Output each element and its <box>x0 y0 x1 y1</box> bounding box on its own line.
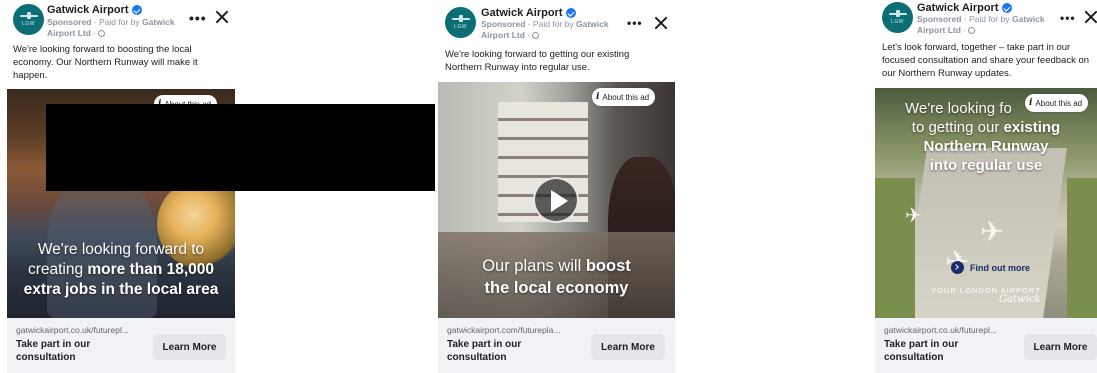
plane-logo-icon <box>451 15 470 22</box>
about-label: About this ad <box>602 92 650 102</box>
close-icon[interactable] <box>215 10 229 24</box>
overlay-line-3-bold: extra jobs in the local area <box>23 281 219 298</box>
page-name-link[interactable]: Gatwick Airport <box>481 7 563 19</box>
info-icon: i <box>596 92 600 102</box>
ad-url: gatwickairport.com/futurepla... <box>447 325 561 335</box>
sponsored-label: Sponsored · Paid for by Gatwick Airport … <box>47 17 175 38</box>
page-avatar[interactable]: LGW <box>13 4 44 35</box>
overlay-line-2-bold: more than 18,000 <box>87 261 215 278</box>
cta-title: Take part in our consultation <box>447 339 522 363</box>
more-options-icon[interactable]: ••• <box>1060 12 1076 24</box>
ad-text: Let's look forward, together – take part… <box>882 42 1090 79</box>
paid-prefix: Paid for by <box>968 14 1010 24</box>
media-overlay-text: Our plans will boost the local economy <box>438 255 675 299</box>
sponsored-label: Sponsored · Paid for by Gatwick Airport … <box>481 19 609 40</box>
ad-footer[interactable]: gatwickairport.co.uk/futurepl... Take pa… <box>875 318 1097 373</box>
learn-more-button[interactable]: Learn More <box>153 334 226 360</box>
page-name-link[interactable]: Gatwick Airport <box>47 4 129 16</box>
overlay-line-2: the local economy <box>438 277 675 299</box>
ad-url: gatwickairport.co.uk/futurepl... <box>16 325 129 335</box>
ad-footer[interactable]: gatwickairport.co.uk/futurepl... Take pa… <box>7 318 235 373</box>
sponsored-text: Sponsored <box>917 14 962 24</box>
page-avatar[interactable]: LGW <box>882 2 913 33</box>
grass-left-decoration <box>875 178 915 318</box>
grass-right-decoration <box>1067 178 1097 318</box>
sponsored-text: Sponsored <box>47 17 92 27</box>
find-out-more-label: Find out more <box>970 262 1030 273</box>
ad-header: LGW Gatwick Airport Sponsored · Paid for… <box>0 0 240 42</box>
ad-card-3: LGW Gatwick Airport Sponsored · Paid for… <box>872 0 1097 373</box>
learn-more-button[interactable]: Learn More <box>1024 334 1097 360</box>
ad-media-video[interactable]: i About this ad Our plans will boost the… <box>438 82 675 318</box>
overlay-line-4: into regular use <box>875 156 1097 175</box>
about-this-ad-button[interactable]: i About this ad <box>1025 94 1089 112</box>
verified-badge-icon <box>565 8 576 18</box>
more-options-icon[interactable]: ••• <box>627 17 643 29</box>
close-icon[interactable] <box>654 16 668 30</box>
page-avatar[interactable]: LGW <box>445 7 476 38</box>
overlay-line-2-bold: the local economy <box>484 279 629 297</box>
overlay-line-2-plain: creating <box>27 261 88 278</box>
more-options-icon[interactable]: ••• <box>189 11 207 25</box>
ad-url: gatwickairport.co.uk/futurepl... <box>884 325 997 335</box>
overlay-line-1: We're looking forward to <box>37 241 205 258</box>
ad-footer[interactable]: gatwickairport.com/futurepla... Take par… <box>438 318 675 373</box>
cta-title: Take part in our consultation <box>884 339 959 363</box>
avatar-text: LGW <box>891 19 904 25</box>
sponsored-label: Sponsored · Paid for by Gatwick Airport … <box>917 14 1045 35</box>
overlay-line-1-bold: boost <box>585 257 631 275</box>
find-out-more-link[interactable]: Find out more <box>951 261 1030 274</box>
page-name[interactable]: Gatwick Airport <box>917 2 1012 14</box>
page-name-link[interactable]: Gatwick Airport <box>917 2 999 14</box>
globe-icon <box>98 30 106 37</box>
ad-text: We're looking forward to getting our exi… <box>445 49 630 73</box>
globe-icon <box>532 32 540 39</box>
overlay-line-4-bold: into regular use <box>929 157 1043 174</box>
arrow-right-icon <box>951 261 964 274</box>
about-this-ad-button[interactable]: i About this ad <box>592 88 656 106</box>
aircraft-3-icon: ✈ <box>905 205 922 227</box>
plane-logo-icon <box>19 12 38 19</box>
learn-more-button[interactable]: Learn More <box>591 334 665 360</box>
cta-title: Take part in our consultation <box>16 339 91 363</box>
overlay-line-1: Our plans will boost <box>438 255 675 277</box>
brand-tagline: YOUR LONDON AIRPORT <box>931 286 1041 295</box>
page-name[interactable]: Gatwick Airport <box>47 4 142 16</box>
verified-badge-icon <box>131 5 142 15</box>
globe-icon <box>968 27 976 34</box>
play-icon[interactable] <box>533 177 579 223</box>
paid-prefix: Paid for by <box>532 19 574 29</box>
avatar-text: LGW <box>454 24 467 30</box>
aircraft-1-icon: ✈ <box>980 216 1004 247</box>
verified-badge-icon <box>1001 3 1012 13</box>
ad-card-2: LGW Gatwick Airport Sponsored · Paid for… <box>435 0 680 373</box>
ad-header: LGW Gatwick Airport Sponsored · Paid for… <box>872 0 1097 42</box>
ad-header: LGW Gatwick Airport Sponsored · Paid for… <box>435 0 680 42</box>
overlay-line-2: creating more than 18,000 <box>7 260 235 280</box>
page-name[interactable]: Gatwick Airport <box>481 7 576 19</box>
sponsored-text: Sponsored <box>481 19 526 29</box>
ad-text: We're looking forward to boosting the lo… <box>13 44 198 81</box>
overlay-line-1-plain: Our plans will <box>482 257 586 275</box>
plane-logo-icon <box>888 10 907 17</box>
info-icon: i <box>1029 98 1033 108</box>
overlay-line-2: to getting our existing <box>875 118 1097 137</box>
brand-wordmark: Gatwick <box>999 294 1041 305</box>
overlay-line-2-plain: to getting our <box>911 119 1004 136</box>
close-icon[interactable] <box>1084 10 1097 24</box>
overlay-line-3: Northern Runway <box>875 137 1097 156</box>
overlay-line-3-bold: Northern Runway <box>923 138 1049 155</box>
media-overlay-text: We're looking forward to creating more t… <box>7 240 235 300</box>
avatar-text: LGW <box>22 21 35 27</box>
overlay-line-3: extra jobs in the local area <box>7 280 235 300</box>
ad-media-image[interactable]: ✈ ✈ ✈ We're looking fo to getting our ex… <box>875 88 1097 318</box>
about-label: About this ad <box>1035 98 1083 108</box>
overlay-line-2-bold: existing <box>1003 119 1061 136</box>
paid-prefix: Paid for by <box>98 17 140 27</box>
